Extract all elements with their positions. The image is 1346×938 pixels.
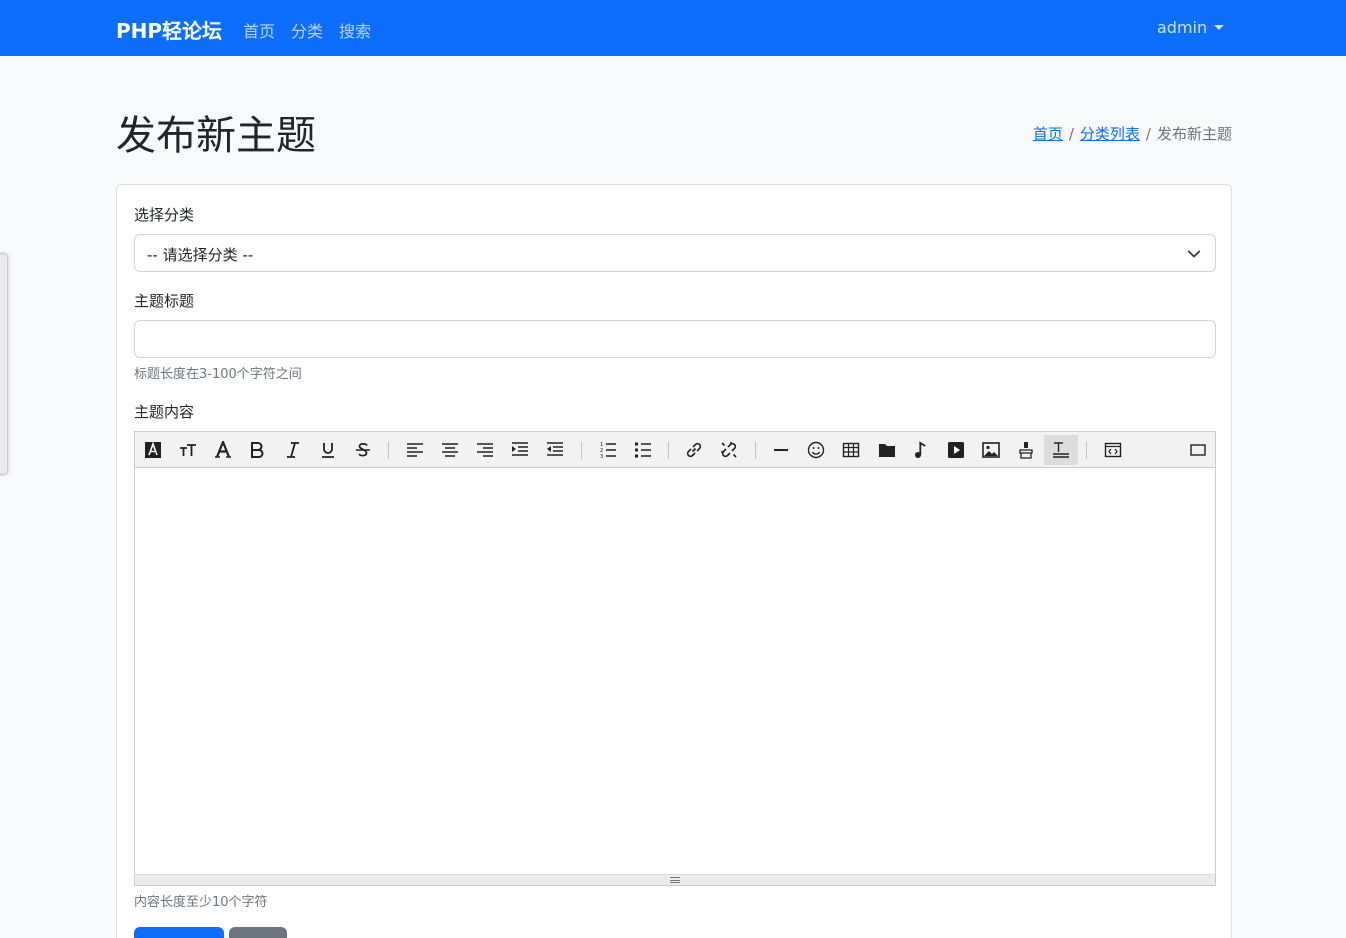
breadcrumb-separator: / — [1145, 125, 1151, 143]
new-topic-form-card: 选择分类 -- 请选择分类 -- 主题标题 标题长度在3-100个字符之间 主题… — [116, 184, 1232, 938]
folder-icon[interactable] — [872, 435, 902, 465]
category-select-value: -- 请选择分类 -- — [147, 246, 254, 264]
table-icon[interactable] — [836, 435, 866, 465]
editor-resize-handle[interactable] — [135, 874, 1215, 885]
align-left-icon[interactable] — [400, 435, 430, 465]
nav-link-categories[interactable]: 分类 — [291, 18, 323, 42]
outdent-icon[interactable] — [540, 435, 570, 465]
bold-icon[interactable] — [242, 435, 272, 465]
link-icon[interactable] — [679, 435, 709, 465]
nav-link-home[interactable]: 首页 — [243, 18, 275, 42]
title-input[interactable] — [134, 320, 1216, 358]
breadcrumb-category-list[interactable]: 分类列表 — [1080, 125, 1140, 143]
breadcrumb-home[interactable]: 首页 — [1033, 125, 1063, 143]
user-name: admin — [1157, 18, 1208, 37]
underline-icon[interactable] — [313, 435, 343, 465]
breadcrumb: 首页 / 分类列表 / 发布新主题 — [1033, 123, 1232, 144]
font-color-icon[interactable] — [138, 435, 168, 465]
rich-text-editor: 123 — [134, 431, 1216, 886]
title-label: 主题标题 — [134, 292, 195, 310]
cancel-button[interactable] — [229, 927, 287, 938]
toolbar-divider — [668, 442, 669, 459]
toolbar-divider — [755, 442, 756, 459]
category-select[interactable]: -- 请选择分类 -- — [134, 234, 1216, 272]
top-navbar: PHP轻论坛 首页 分类 搜索 admin — [0, 0, 1346, 56]
chevron-down-icon — [1187, 250, 1201, 258]
ordered-list-icon[interactable]: 123 — [593, 435, 623, 465]
breadcrumb-separator: / — [1068, 125, 1074, 143]
font-family-icon[interactable] — [208, 435, 238, 465]
toolbar-divider — [388, 442, 389, 459]
content-label: 主题内容 — [134, 403, 195, 421]
clear-format-icon[interactable] — [1044, 435, 1078, 465]
unordered-list-icon[interactable] — [628, 435, 658, 465]
strikethrough-icon[interactable] — [348, 435, 378, 465]
italic-icon[interactable] — [278, 435, 308, 465]
content-help-text: 内容长度至少10个字符 — [134, 895, 268, 910]
toolbar-divider — [581, 442, 582, 459]
side-drawer-handle[interactable] — [0, 253, 8, 475]
music-icon[interactable] — [906, 435, 936, 465]
drag-grip-icon — [670, 877, 680, 883]
image-icon[interactable] — [976, 435, 1006, 465]
category-label: 选择分类 — [134, 206, 195, 224]
unlink-icon[interactable] — [714, 435, 744, 465]
title-help-text: 标题长度在3-100个字符之间 — [134, 367, 302, 382]
horizontal-rule-icon[interactable] — [766, 435, 796, 465]
video-icon[interactable] — [941, 435, 971, 465]
submit-button[interactable] — [134, 927, 224, 938]
brand-logo[interactable]: PHP轻论坛 — [116, 15, 222, 44]
font-size-icon[interactable] — [173, 435, 203, 465]
align-center-icon[interactable] — [435, 435, 465, 465]
breadcrumb-current: 发布新主题 — [1156, 125, 1232, 143]
source-code-icon[interactable] — [1098, 435, 1128, 465]
align-right-icon[interactable] — [470, 435, 500, 465]
indent-icon[interactable] — [505, 435, 535, 465]
format-brush-icon[interactable] — [1011, 435, 1041, 465]
dropdown-caret-icon — [1214, 25, 1225, 30]
nav-link-search[interactable]: 搜索 — [339, 18, 371, 42]
fullscreen-icon[interactable] — [1183, 435, 1213, 465]
emoticon-icon[interactable] — [801, 435, 831, 465]
toolbar-divider — [1086, 442, 1087, 459]
page-title: 发布新主题 — [116, 113, 316, 159]
user-menu[interactable]: admin — [1157, 18, 1225, 37]
svg-text:3: 3 — [600, 454, 603, 459]
content-edit-area[interactable] — [135, 469, 1215, 873]
editor-toolbar: 123 — [135, 432, 1215, 468]
